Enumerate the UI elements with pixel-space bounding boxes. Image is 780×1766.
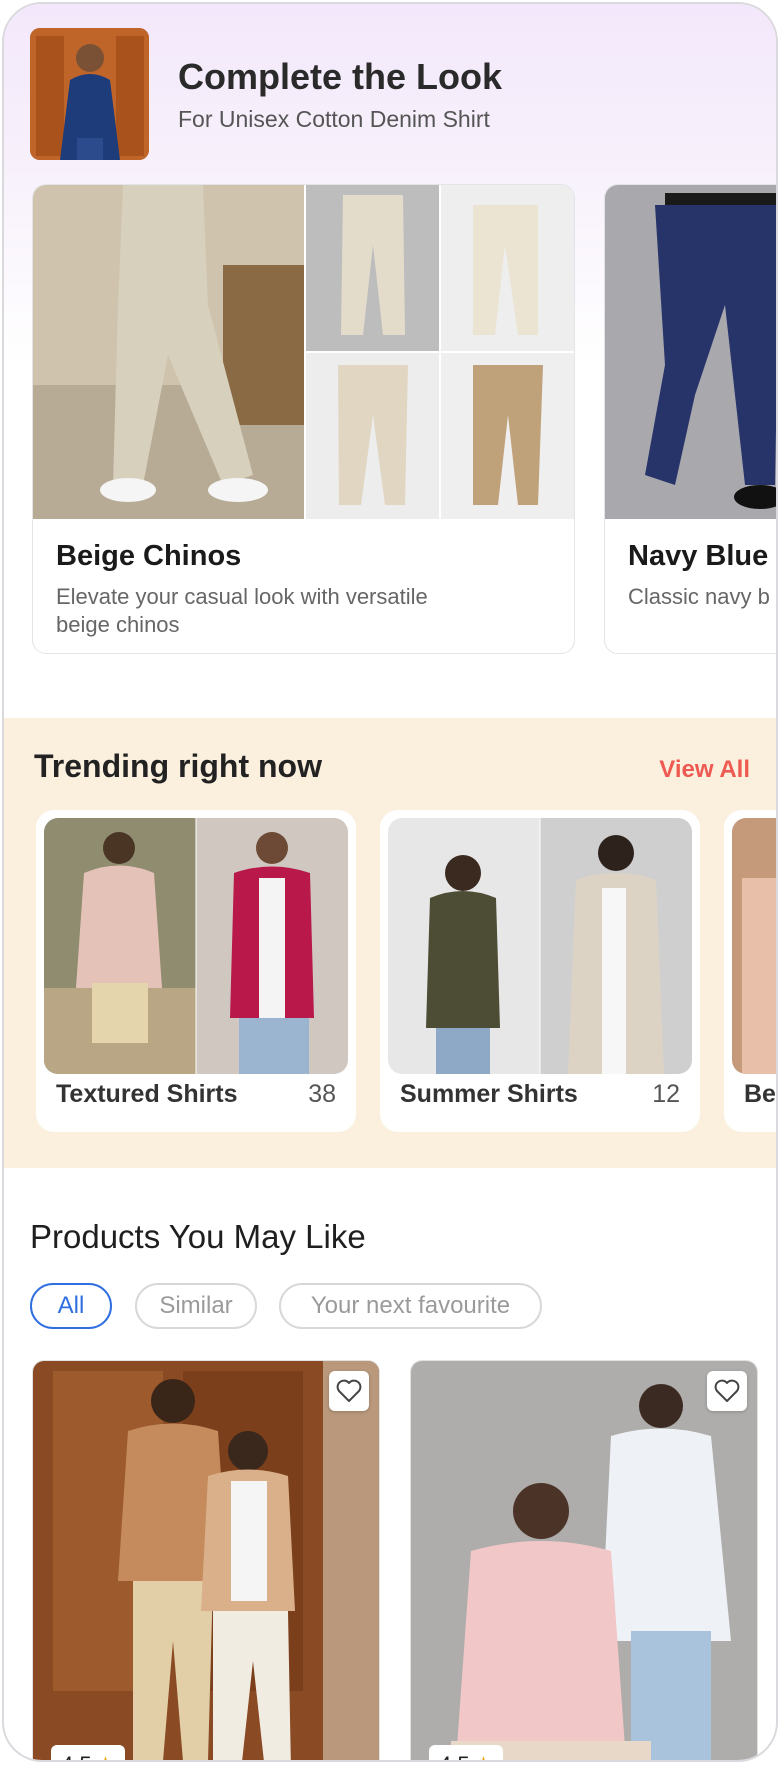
complete-the-look-section: Complete the Look For Unisex Cotton Deni… (4, 4, 778, 704)
filter-chip-next-favourite[interactable]: Your next favourite (279, 1283, 542, 1329)
wishlist-button[interactable] (329, 1371, 369, 1411)
look-description: Classic navy b appearance at (628, 584, 776, 609)
trending-section: Trending right now View All Textured Shi… (4, 718, 776, 1168)
section-subtitle: For Unisex Cotton Denim Shirt (178, 106, 490, 132)
products-title: Products You May Like (30, 1218, 366, 1255)
source-product-thumbnail[interactable] (30, 28, 149, 160)
product-image (33, 1361, 379, 1760)
product-image (411, 1361, 757, 1760)
look-description: Elevate your casual look with versatile … (56, 584, 428, 637)
trending-title: Trending right now (34, 748, 322, 784)
star-icon: ★ (474, 1752, 494, 1760)
trending-card-textured-shirts[interactable]: Textured Shirts 38 (36, 810, 356, 1132)
trending-card-label: Summer Shirts (400, 1080, 578, 1108)
filter-chip-similar[interactable]: Similar (135, 1283, 257, 1329)
look-card-navy-blue[interactable]: Navy Blue T Classic navy b appearance at (604, 184, 778, 654)
trending-card-image (388, 818, 692, 1074)
heart-icon (336, 1379, 362, 1402)
rating-value: 4.5 (61, 1752, 92, 1760)
look-title: Beige Chinos (56, 540, 242, 572)
trending-card-count: 38 (308, 1080, 336, 1108)
trending-card-summer-shirts[interactable]: Summer Shirts 12 (380, 810, 700, 1132)
look-collage-image (605, 185, 776, 519)
product-card[interactable]: 4.5 ★ (32, 1360, 380, 1760)
trending-card-image (732, 818, 776, 1074)
view-all-link[interactable]: View All (659, 756, 750, 784)
section-title: Complete the Look (178, 56, 503, 97)
rating-badge: 4.5 ★ (429, 1745, 504, 1760)
trending-card-partial[interactable]: Bea (724, 810, 776, 1132)
product-card[interactable]: 4.5 ★ (410, 1360, 758, 1760)
look-collage-image (33, 185, 574, 519)
rating-badge: 4.5 ★ (51, 1745, 126, 1760)
trending-card-image (44, 818, 348, 1074)
look-card-beige-chinos[interactable]: Beige Chinos Elevate your casual look wi… (32, 184, 575, 654)
look-title: Navy Blue T (628, 540, 778, 572)
filter-chip-all[interactable]: All (30, 1283, 112, 1329)
star-icon: ★ (96, 1752, 116, 1760)
trending-card-count: 12 (652, 1080, 680, 1108)
heart-icon (714, 1379, 740, 1402)
trending-card-label: Bea (744, 1080, 776, 1108)
app-screen: Complete the Look For Unisex Cotton Deni… (2, 2, 778, 1762)
rating-value: 4.5 (439, 1752, 470, 1760)
wishlist-button[interactable] (707, 1371, 747, 1411)
trending-card-label: Textured Shirts (56, 1080, 238, 1108)
